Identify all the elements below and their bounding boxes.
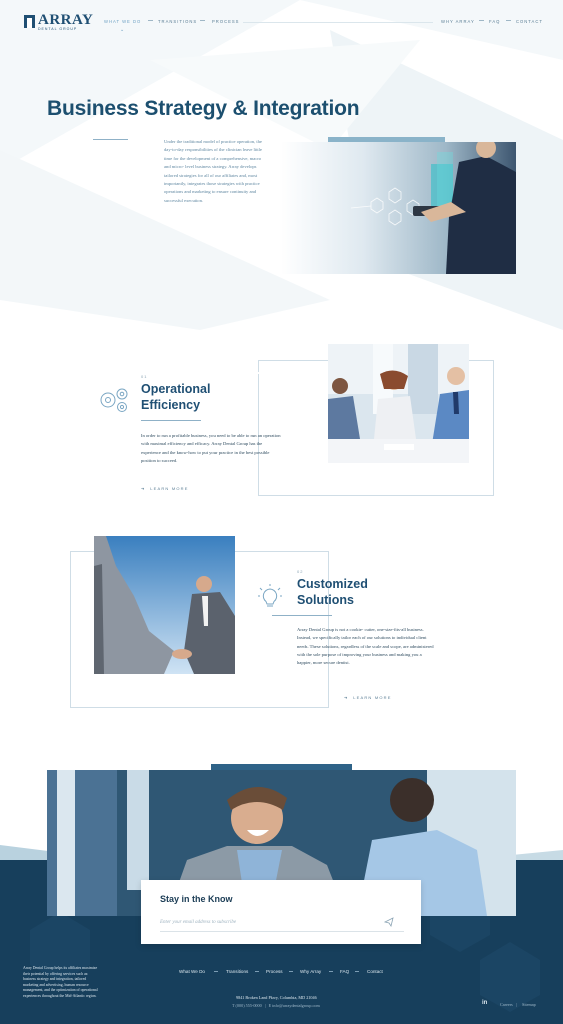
email-subscribe-input[interactable]: Enter your email address to subscribe xyxy=(160,920,236,925)
footer-nav-why-array[interactable]: Why Array xyxy=(300,969,321,974)
logo-icon[interactable] xyxy=(24,15,35,28)
page-title: Business Strategy & Integration xyxy=(47,97,360,120)
newsletter-title: Stay in the Know xyxy=(160,894,233,904)
phone-number[interactable]: (000) 555-0000 xyxy=(236,1003,262,1008)
send-icon[interactable] xyxy=(384,917,394,927)
nav-contact[interactable]: CONTACT xyxy=(516,19,543,24)
footer-nav-divider xyxy=(289,971,293,972)
nav-divider xyxy=(506,20,511,21)
section-title-line2: Efficiency xyxy=(141,398,201,412)
nav-divider xyxy=(148,20,153,21)
careers-link[interactable]: Careers xyxy=(500,1002,513,1007)
linkedin-icon[interactable]: in xyxy=(482,1000,487,1006)
hero-text: Under the traditional model of practice … xyxy=(164,139,262,203)
footer-nav-what-we-do[interactable]: What We Do xyxy=(179,969,205,974)
chevron-down-icon: ⌄ xyxy=(120,27,125,33)
handshake-image xyxy=(94,536,235,674)
email-link[interactable]: info@arraydentalgroup.com xyxy=(272,1003,319,1008)
nav-why-array[interactable]: WHY ARRAY xyxy=(441,19,475,24)
meeting-image xyxy=(328,344,469,463)
nav-line xyxy=(243,22,433,23)
phone-label: T xyxy=(232,1003,235,1008)
nav-transitions[interactable]: TRANSITIONS xyxy=(158,19,197,24)
section-number: 01 xyxy=(141,374,148,379)
section-text: Array Dental Group is not a cookie- cutt… xyxy=(297,627,434,666)
newsletter-box xyxy=(141,880,421,944)
frame-gap xyxy=(258,372,328,374)
nav-what-we-do[interactable]: WHAT WE DO xyxy=(104,19,141,24)
gears-icon xyxy=(100,388,128,412)
section-title-line2: Solutions xyxy=(297,593,354,607)
sitemap-link[interactable]: Sitemap xyxy=(522,1002,536,1007)
nav-process[interactable]: PROCESS xyxy=(212,19,239,24)
nav-divider xyxy=(200,20,205,21)
footer-nav-contact[interactable]: Contact xyxy=(367,969,383,974)
footer-nav-transitions[interactable]: Transitions xyxy=(226,969,248,974)
section-title-line1: Customized xyxy=(297,577,368,591)
hero-rule xyxy=(93,139,128,140)
footer-nav-divider xyxy=(214,971,218,972)
section-text: In order to run a profitable business, y… xyxy=(141,433,281,463)
section-rule xyxy=(141,420,201,421)
logo-subtitle: DENTAL GROUP xyxy=(38,27,78,31)
footer-nav-divider xyxy=(255,971,259,972)
section-title-line1: Operational xyxy=(141,382,211,396)
section-rule xyxy=(272,615,332,616)
contact-separator: | xyxy=(264,1003,266,1008)
footer-nav-divider xyxy=(355,971,359,972)
footer-about: Array Dental Group helps its affiliates … xyxy=(23,966,98,998)
learn-more-link[interactable]: ➜ LEARN MORE xyxy=(141,486,189,491)
nav-divider xyxy=(479,20,484,21)
footer-divider: | xyxy=(516,1002,517,1007)
input-underline xyxy=(160,931,404,932)
footer-contact: T (000) 555-0000 | E info@arraydentalgro… xyxy=(232,1003,320,1008)
nav-faq[interactable]: FAQ xyxy=(489,19,500,24)
learn-more-label: LEARN MORE xyxy=(353,695,392,700)
learn-more-label: LEARN MORE xyxy=(150,486,189,491)
arrow-icon: ➜ xyxy=(141,486,146,491)
footer-nav-process[interactable]: Process xyxy=(266,969,283,974)
lightbulb-icon xyxy=(258,584,282,607)
hero-image xyxy=(281,142,516,274)
learn-more-link[interactable]: ➜ LEARN MORE xyxy=(344,695,392,700)
footer-nav-divider xyxy=(329,971,333,972)
email-label: E xyxy=(268,1003,272,1008)
arrow-icon: ➜ xyxy=(344,695,349,700)
footer-address: 9841 Broken Land Pkwy, Columbia, MD 2104… xyxy=(236,995,317,1000)
footer-nav-faq[interactable]: FAQ xyxy=(340,969,349,974)
section-number: 02 xyxy=(297,569,304,574)
